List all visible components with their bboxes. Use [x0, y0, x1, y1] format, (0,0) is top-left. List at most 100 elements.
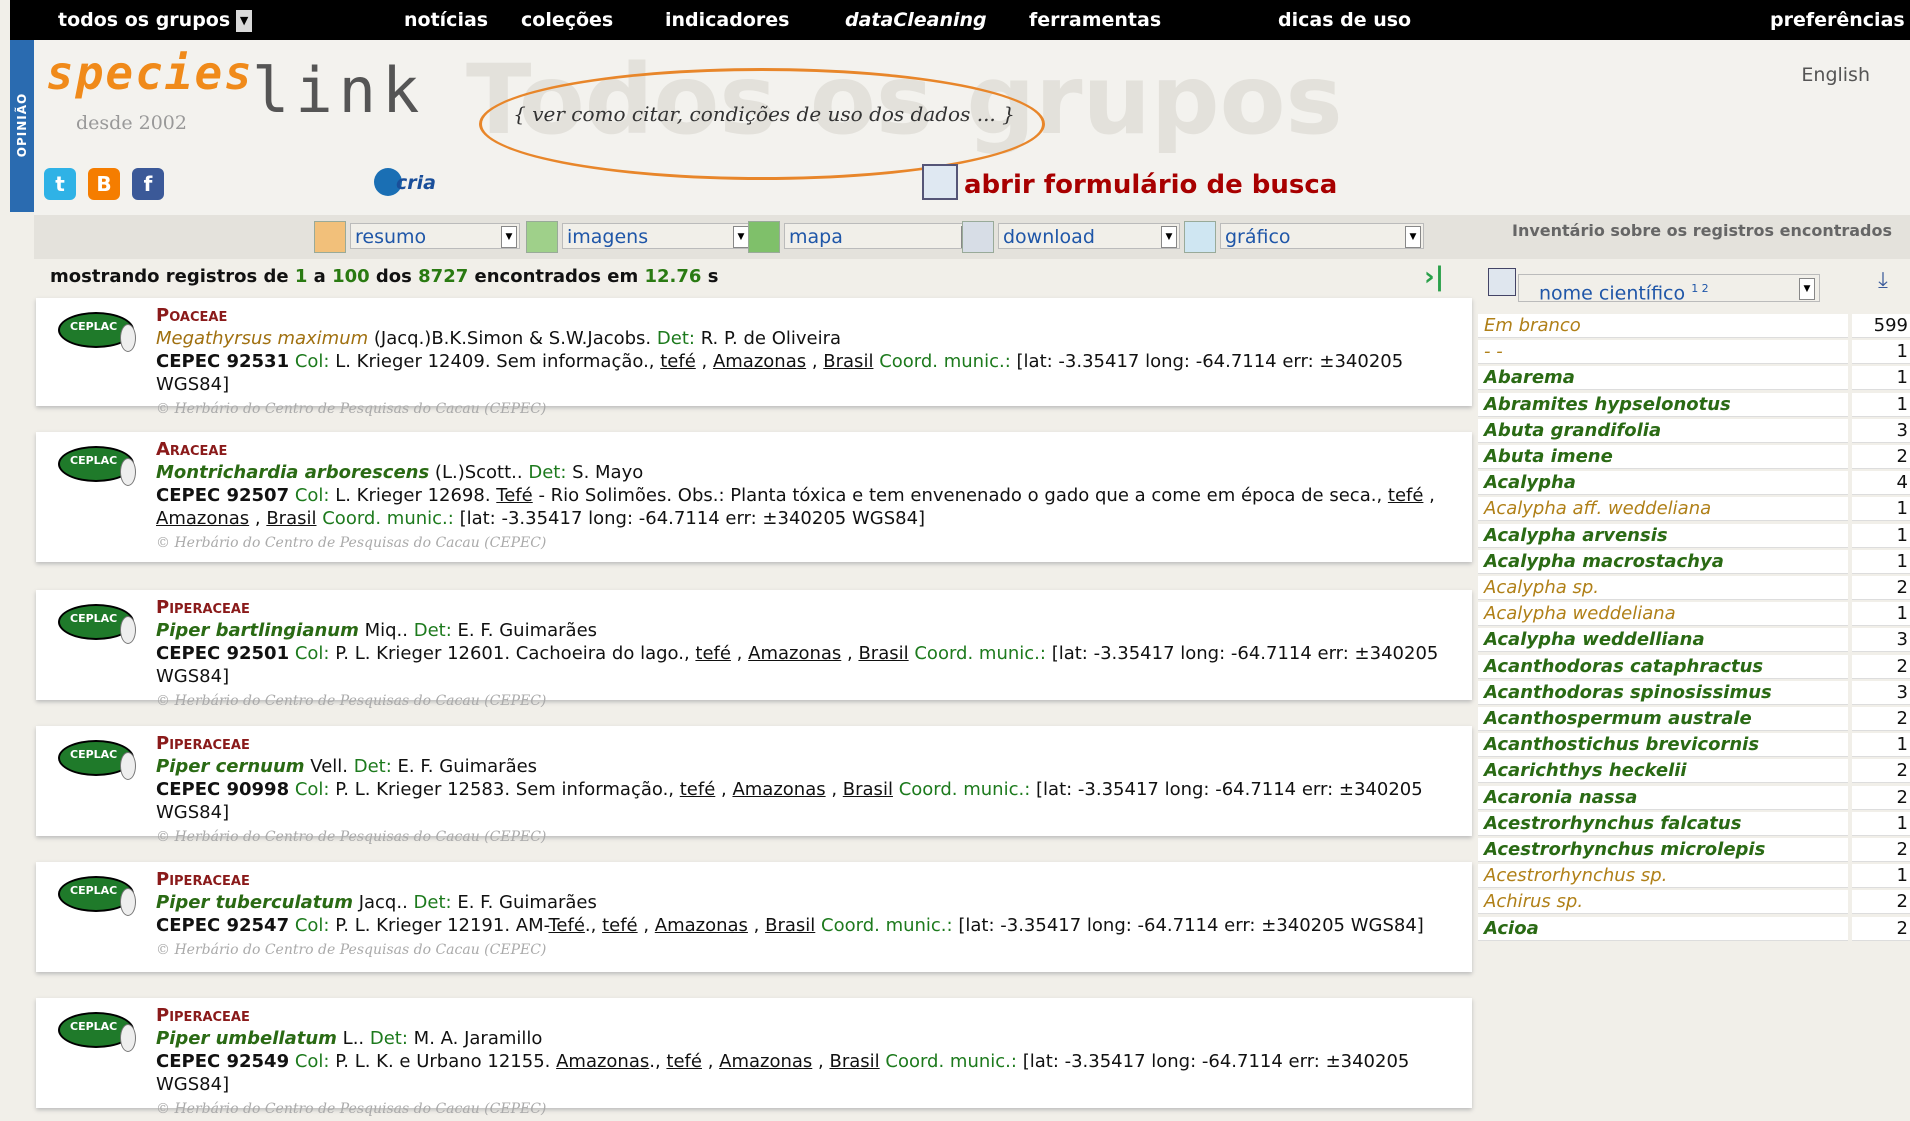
inventory-name[interactable]: Acalypha — [1478, 471, 1848, 496]
blogger-icon[interactable]: B — [88, 168, 120, 200]
mapa-select[interactable]: mapa▼ — [784, 223, 980, 249]
inventory-name[interactable]: Acalypha arvensis — [1478, 523, 1848, 548]
catalog-number[interactable]: CEPEC 92501 — [156, 643, 289, 664]
inventory-name[interactable]: Acalypha macrostachya — [1478, 549, 1848, 574]
inventory-name[interactable]: Acioa — [1478, 916, 1848, 941]
cite-link[interactable]: { ver como citar, condições de uso dos d… — [504, 102, 1024, 126]
nav-preferencias[interactable]: preferências — [1770, 0, 1905, 40]
inventory-row[interactable]: Em branco 599 — [1478, 314, 1910, 340]
species-name[interactable]: Megathyrsus maximum — [156, 328, 368, 349]
state-link[interactable]: Amazonas — [713, 351, 806, 372]
inventory-name[interactable]: Acestrorhynchus sp. — [1478, 864, 1848, 889]
nav-noticias[interactable]: notícias — [404, 0, 488, 40]
municipality-link[interactable]: tefé — [680, 779, 716, 800]
municipality-link[interactable]: tefé — [1388, 485, 1424, 506]
chevron-down-icon[interactable]: ▼ — [236, 9, 253, 32]
inventory-name[interactable]: Em branco — [1478, 314, 1848, 338]
inventory-row[interactable]: Acalypha arvensis 1 — [1478, 523, 1910, 550]
inventory-name[interactable]: Achirus sp. — [1478, 890, 1848, 915]
cria-logo[interactable]: cria — [374, 166, 464, 200]
municipality-link[interactable]: tefé — [695, 643, 731, 664]
species-name[interactable]: Piper cernuum — [156, 756, 305, 777]
inventory-name[interactable]: Abramites hypselonotus — [1478, 392, 1848, 417]
inventory-name[interactable]: Abarema — [1478, 366, 1848, 391]
inventory-name[interactable]: Acestrorhynchus falcatus — [1478, 811, 1848, 836]
collection-locality-link[interactable]: Amazonas — [556, 1051, 649, 1072]
inventory-name[interactable]: Acaronia nassa — [1478, 785, 1848, 810]
state-link[interactable]: Amazonas — [719, 1051, 812, 1072]
inventory-name[interactable]: - - — [1478, 340, 1848, 365]
species-name[interactable]: Piper tuberculatum — [156, 892, 353, 913]
inventory-row[interactable]: Acanthodoras spinosissimus 3 — [1478, 680, 1910, 707]
download-select[interactable]: download ▼ — [998, 223, 1180, 249]
group-select[interactable]: todos os grupos ▼ — [58, 0, 253, 40]
logo-species[interactable]: species — [46, 46, 254, 100]
inventory-row[interactable]: Acanthodoras cataphractus 2 — [1478, 654, 1910, 681]
inventory-name[interactable]: Acanthodoras cataphractus — [1478, 654, 1848, 679]
nav-indicadores[interactable]: indicadores — [665, 0, 789, 40]
inventory-row[interactable]: Acioa 2 — [1478, 916, 1910, 943]
catalog-number[interactable]: CEPEC 90998 — [156, 779, 289, 800]
inventory-name[interactable]: Acanthostichus brevicornis — [1478, 733, 1848, 758]
inventory-row[interactable]: Acestrorhynchus sp. 1 — [1478, 864, 1910, 890]
imagens-select[interactable]: imagens ▼ — [562, 223, 752, 249]
collection-locality-link[interactable]: Tefé — [496, 485, 532, 506]
inventory-row[interactable]: Acanthospermum australe 2 — [1478, 707, 1910, 733]
catalog-number[interactable]: CEPEC 92549 — [156, 1051, 289, 1072]
inventory-row[interactable]: Acalypha aff. weddeliana 1 — [1478, 497, 1910, 523]
inventory-name[interactable]: Abuta imene — [1478, 445, 1848, 469]
inventory-row[interactable]: Achirus sp. 2 — [1478, 890, 1910, 916]
country-link[interactable]: Brasil — [765, 915, 815, 936]
spreadsheet-icon[interactable] — [1488, 268, 1516, 296]
country-link[interactable]: Brasil — [829, 1051, 879, 1072]
inventory-row[interactable]: Acalypha macrostachya 1 — [1478, 549, 1910, 576]
inventory-row[interactable]: Acestrorhynchus microlepis 2 — [1478, 838, 1910, 864]
collection-locality-link[interactable]: Tefé — [548, 915, 584, 936]
species-name[interactable]: Piper umbellatum — [156, 1028, 337, 1049]
species-name[interactable]: Piper bartlingianum — [156, 620, 359, 641]
opinion-tab[interactable]: OPINIÃO — [10, 40, 34, 212]
download-icon[interactable]: ⤓ — [1870, 268, 1896, 294]
species-name[interactable]: Montrichardia arborescens — [156, 462, 429, 483]
state-link[interactable]: Amazonas — [655, 915, 748, 936]
inventory-row[interactable]: Acalypha 4 — [1478, 471, 1910, 497]
country-link[interactable]: Brasil — [858, 643, 908, 664]
state-link[interactable]: Amazonas — [732, 779, 825, 800]
country-link[interactable]: Brasil — [266, 508, 316, 529]
municipality-link[interactable]: tefé — [660, 351, 696, 372]
inventory-row[interactable]: Abuta grandifolia 3 — [1478, 418, 1910, 445]
inventory-name[interactable]: Acalypha weddeliana — [1478, 602, 1848, 627]
inventory-row[interactable]: Acaronia nassa 2 — [1478, 785, 1910, 812]
municipality-link[interactable]: tefé — [602, 915, 638, 936]
inventory-row[interactable]: Abramites hypselonotus 1 — [1478, 392, 1910, 419]
country-link[interactable]: Brasil — [843, 779, 893, 800]
catalog-number[interactable]: CEPEC 92547 — [156, 915, 289, 936]
inventory-row[interactable]: Acarichthys heckelii 2 — [1478, 759, 1910, 785]
inventory-name[interactable]: Acalypha sp. — [1478, 576, 1848, 600]
inventory-name[interactable]: Acestrorhynchus microlepis — [1478, 838, 1848, 862]
inventory-row[interactable]: Acalypha weddeliana 1 — [1478, 602, 1910, 628]
last-page-icon[interactable]: ›| — [1424, 262, 1444, 292]
state-link[interactable]: Amazonas — [748, 643, 841, 664]
inventory-row[interactable]: Abuta imene 2 — [1478, 445, 1910, 471]
municipality-link[interactable]: tefé — [666, 1051, 702, 1072]
inventory-row[interactable]: Acestrorhynchus falcatus 1 — [1478, 811, 1910, 838]
logo-link[interactable]: link — [252, 54, 425, 127]
inventory-name[interactable]: Acalypha weddelliana — [1478, 628, 1848, 653]
nav-ferramentas[interactable]: ferramentas — [1029, 0, 1161, 40]
inventory-row[interactable]: Acanthostichus brevicornis 1 — [1478, 733, 1910, 759]
inventory-name[interactable]: Acarichthys heckelii — [1478, 759, 1848, 784]
inventory-name[interactable]: Acanthodoras spinosissimus — [1478, 680, 1848, 705]
inventory-name[interactable]: Acanthospermum australe — [1478, 707, 1848, 731]
inventory-name[interactable]: Acalypha aff. weddeliana — [1478, 497, 1848, 522]
catalog-number[interactable]: CEPEC 92531 — [156, 351, 289, 372]
grafico-select[interactable]: gráfico ▼ — [1220, 223, 1424, 249]
twitter-icon[interactable]: t — [44, 168, 76, 200]
resumo-select[interactable]: resumo ▼ — [350, 223, 520, 249]
inventory-row[interactable]: Acalypha weddelliana 3 — [1478, 628, 1910, 654]
state-link[interactable]: Amazonas — [156, 508, 249, 529]
nav-colecoes[interactable]: coleções — [521, 0, 613, 40]
inventory-row[interactable]: - -1 — [1478, 340, 1910, 366]
nav-datacleaning[interactable]: dataCleaning — [845, 0, 987, 40]
inventory-field-select[interactable]: nome científico 1 2 ▼ — [1518, 274, 1820, 304]
